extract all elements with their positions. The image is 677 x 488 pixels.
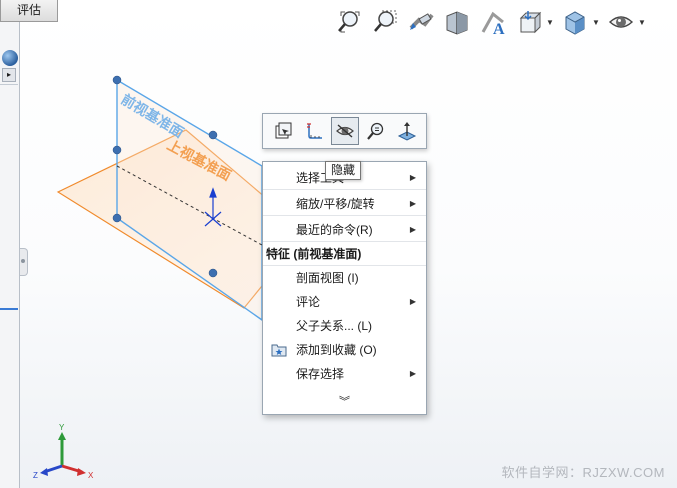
triad-y-label: Y [59, 424, 65, 432]
submenu-arrow-icon: ▶ [409, 369, 416, 378]
zoom-to-area-button[interactable] [370, 6, 400, 38]
view-orientation-dropdown-icon[interactable]: ▼ [546, 18, 554, 27]
zoom-area-icon [374, 10, 397, 32]
submenu-arrow-icon: ▶ [409, 297, 416, 306]
menu-item-label: 父子关系... (L) [296, 319, 373, 333]
watermark: 软件自学网：RJZXW.COM [501, 465, 665, 480]
menu-item-parent-child[interactable]: 父子关系... (L) [263, 314, 426, 338]
context-menu: 选择工具 ▶ 缩放/平移/旋转 ▶ 最近的命令(R) ▶ 特征 (前视基准面) … [262, 161, 427, 415]
menu-expand-more[interactable]: ︾ [263, 390, 426, 414]
display-style-icon [565, 11, 585, 35]
triad-z-label: Z [33, 471, 38, 480]
menu-item-section-view[interactable]: 剖面视图 (I) [263, 266, 426, 290]
eye-icon [608, 16, 634, 28]
menu-section-header: 特征 (前视基准面) [263, 242, 426, 266]
display-style-dropdown-icon[interactable]: ▼ [592, 18, 600, 27]
favorite-folder-icon [271, 344, 287, 357]
heads-up-view-toolbar: A ▼ ▼ ▼ [334, 4, 646, 40]
menu-item-label: 最近的命令(R) [296, 223, 373, 237]
hide-tooltip: 隐藏 [325, 161, 361, 180]
normal-to-button[interactable] [393, 117, 421, 145]
submenu-arrow-icon: ▶ [409, 173, 416, 182]
submenu-arrow-icon: ▶ [409, 199, 416, 208]
menu-item-comments[interactable]: 评论 ▶ [263, 290, 426, 314]
edit-feature-button[interactable] [269, 117, 297, 145]
menu-item-label: 评论 [296, 295, 321, 309]
double-chevron-down-icon: ︾ [339, 396, 350, 408]
triad-x-label: X [88, 471, 94, 480]
menu-header-label: 特征 (前视基准面) [266, 247, 362, 261]
view-orientation-button[interactable] [514, 6, 544, 38]
edit-feature-icon [275, 122, 292, 139]
sketch-button[interactable] [300, 117, 328, 145]
annotation-button[interactable]: A [478, 6, 508, 38]
section-view-button[interactable] [442, 6, 472, 38]
svg-text:A: A [493, 21, 505, 36]
context-toolbar [262, 113, 427, 149]
zoom-to-fit-button[interactable] [334, 6, 364, 38]
sketch-icon [307, 123, 322, 139]
normal-to-icon [397, 122, 417, 141]
hide-show-items-dropdown-icon[interactable]: ▼ [638, 18, 646, 27]
zoom-fit-icon [338, 11, 360, 33]
view-orientation-icon [519, 11, 542, 34]
menu-item-label: 添加到收藏 (O) [296, 343, 377, 357]
hide-icon [336, 124, 354, 138]
hide-button[interactable] [331, 117, 359, 145]
menu-item-save-selection[interactable]: 保存选择 ▶ [263, 362, 426, 386]
zoom-selection-button[interactable] [362, 117, 390, 145]
menu-item-add-to-favorites[interactable]: 添加到收藏 (O) [263, 338, 426, 362]
menu-item-label: 剖面视图 (I) [296, 271, 359, 285]
submenu-arrow-icon: ▶ [409, 225, 416, 234]
section-view-icon [446, 11, 468, 35]
menu-item-label: 保存选择 [296, 367, 345, 381]
display-style-button[interactable] [560, 6, 590, 38]
annotation-icon: A [481, 11, 505, 36]
hide-show-items-button[interactable] [606, 6, 636, 38]
menu-item-recent-commands[interactable]: 最近的命令(R) ▶ [263, 218, 426, 242]
menu-item-label: 缩放/平移/旋转 [296, 197, 375, 211]
zoom-selection-icon [367, 122, 384, 140]
previous-view-icon [409, 13, 434, 30]
reference-triad: Y X Z [33, 424, 94, 480]
menu-item-zoom-pan-rotate[interactable]: 缩放/平移/旋转 ▶ [263, 192, 426, 216]
previous-view-button[interactable] [406, 6, 436, 38]
